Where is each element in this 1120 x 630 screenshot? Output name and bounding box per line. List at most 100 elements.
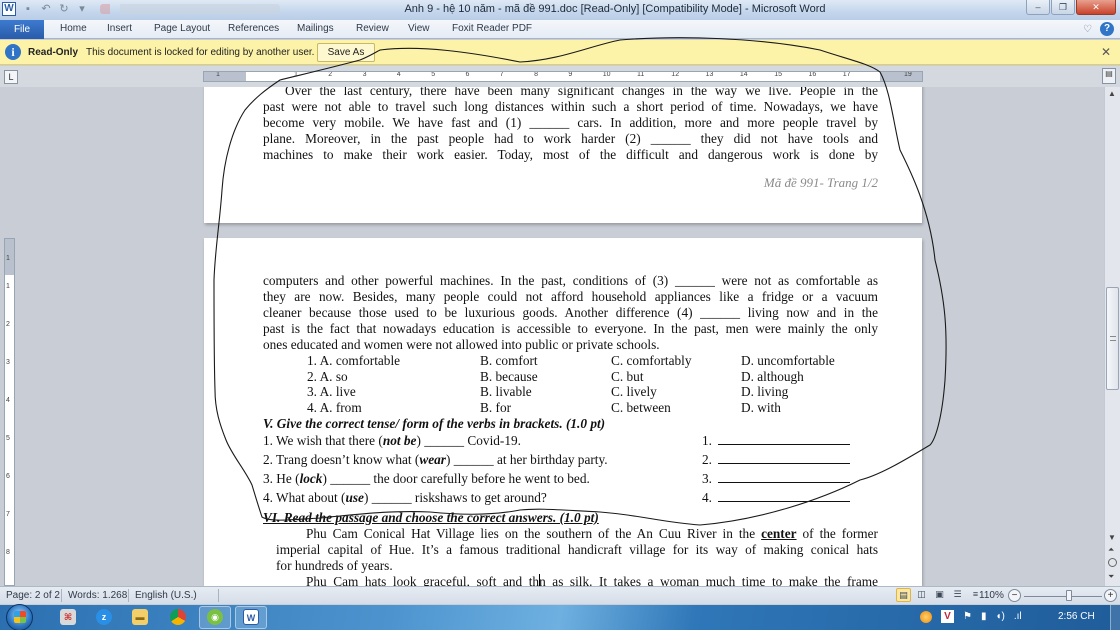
language-indicator[interactable]: English (U.S.) <box>135 590 197 601</box>
close-message-bar-icon[interactable]: ✕ <box>1101 45 1111 59</box>
info-icon: i <box>5 44 21 60</box>
section-5-heading: V. Give the correct tense/ form of the v… <box>263 416 606 431</box>
passage-page2: computers and other powerful machines. I… <box>263 273 878 353</box>
unikey-icon[interactable]: ◉ <box>207 609 223 625</box>
teamviewer-icon[interactable]: ⌘ <box>60 609 76 625</box>
verb-item-text: 1. We wish that there ( <box>263 433 383 448</box>
taskbar-clock[interactable]: 2:56 CH <box>1058 611 1095 622</box>
section-6-heading: VI. Read the passage and choose the corr… <box>263 510 599 525</box>
tab-review[interactable]: Review <box>356 23 389 34</box>
option-d: D. uncomfortable <box>741 353 835 368</box>
full-screen-reading-icon[interactable]: ◫ <box>914 588 929 602</box>
previous-page-icon[interactable]: ⏶ <box>1108 545 1114 555</box>
answer-blank <box>717 490 850 502</box>
zoom-level[interactable]: 110% <box>979 590 1004 601</box>
tab-mailings[interactable]: Mailings <box>297 23 334 34</box>
option-b: B. comfort <box>480 353 538 368</box>
verb-item: 1. We wish that there (not be) ______ Co… <box>263 433 883 452</box>
option-c: C. but <box>611 368 644 384</box>
ruler-tick-label: 7 <box>499 71 504 78</box>
select-browse-object-icon[interactable] <box>1108 558 1117 567</box>
option-d: D. although <box>741 368 804 384</box>
answer-number: 2. <box>702 452 712 467</box>
tab-home[interactable]: Home <box>60 23 87 34</box>
chrome-icon[interactable] <box>170 609 186 625</box>
tray-v-icon[interactable]: V <box>941 610 954 623</box>
verb-item-text: ) ______ at her birthday party. <box>445 452 608 467</box>
view-ruler-icon[interactable]: ▤ <box>1102 68 1116 84</box>
print-layout-icon[interactable]: ▤ <box>896 588 911 602</box>
word-count[interactable]: Words: 1.268 <box>68 590 127 601</box>
verb-item-text: 4. What about ( <box>263 490 346 505</box>
option-c: C. between <box>611 400 671 416</box>
verb-item-text: ) ______ riskshaws to get around? <box>363 490 547 505</box>
zoom-slider[interactable] <box>1024 596 1102 597</box>
divider <box>218 589 219 602</box>
option-b: B. for <box>480 400 512 416</box>
start-button[interactable] <box>6 604 33 630</box>
scroll-down-icon[interactable]: ▼ <box>1108 533 1116 542</box>
vertical-ruler[interactable]: 1123456789 <box>4 238 15 586</box>
tray-app-icon[interactable] <box>920 610 932 623</box>
scrollbar-thumb[interactable] <box>1106 287 1119 390</box>
tab-file[interactable]: File <box>0 20 44 39</box>
text-line: past were not able to travel such long d… <box>263 98 878 114</box>
save-as-button[interactable]: Save As <box>317 43 375 62</box>
verb-item: 2. Trang doesn’t know what (wear) ______… <box>263 452 883 471</box>
option-a: 3. A. live <box>307 384 356 400</box>
minimize-ribbon-icon[interactable]: ♡ <box>1083 24 1092 35</box>
zalo-icon[interactable]: z <box>96 609 112 625</box>
next-page-icon[interactable]: ⏷ <box>1108 572 1114 582</box>
option-row: 1. A. comfortable B. comfort C. comforta… <box>307 353 867 369</box>
text-line: past is the fact that nowadays education… <box>263 320 878 336</box>
tab-selector-button[interactable]: L <box>4 70 18 84</box>
close-button[interactable]: ✕ <box>1076 0 1116 15</box>
divider <box>61 589 62 602</box>
tab-view[interactable]: View <box>408 23 430 34</box>
text-span: n as silk. It takes a woman much time to… <box>539 573 879 586</box>
text-line: Phu Cam hats look graceful, soft and thn… <box>276 573 879 586</box>
ruler-tick-label: 9 <box>568 71 573 78</box>
vertical-ruler-tick-label: 1 <box>6 255 10 262</box>
tab-foxit-reader-pdf[interactable]: Foxit Reader PDF <box>452 23 532 34</box>
tab-insert[interactable]: Insert <box>107 23 132 34</box>
power-icon[interactable]: ▮ <box>981 611 987 622</box>
page-count[interactable]: Page: 2 of 2 <box>6 590 60 601</box>
vertical-ruler-tick-label: 8 <box>6 549 10 556</box>
word-taskbar-icon[interactable]: W <box>243 609 259 625</box>
help-icon[interactable]: ? <box>1100 22 1114 36</box>
network-signal-icon[interactable]: .ıl <box>1014 611 1022 622</box>
vertical-ruler-tick-label: 7 <box>6 511 10 518</box>
action-center-flag-icon[interactable]: ⚑ <box>963 611 972 622</box>
scroll-up-icon[interactable]: ▲ <box>1108 89 1116 98</box>
tab-page-layout[interactable]: Page Layout <box>154 23 210 34</box>
show-desktop-button[interactable] <box>1110 605 1120 630</box>
restore-button[interactable]: ❐ <box>1051 0 1075 15</box>
option-d: D. living <box>741 384 789 400</box>
ruler-tick-label: 3 <box>362 71 367 78</box>
ruler-tick-label: 8 <box>534 71 538 78</box>
ruler-numbers: 1 1 2 3 4 5 6 7 8 9 10 11 12 13 14 15 16 17 19 <box>204 71 922 80</box>
minimize-button[interactable]: – <box>1026 0 1050 15</box>
ruler-tick-label: 1 <box>216 71 220 78</box>
ruler-tick-label: 11 <box>637 71 645 78</box>
file-explorer-icon[interactable]: ▬ <box>132 609 148 625</box>
vertical-ruler-tick-label: 4 <box>6 397 10 404</box>
horizontal-ruler[interactable]: 1 1 2 3 4 5 6 7 8 9 10 11 12 13 14 15 16 17 19 <box>203 71 923 82</box>
answer-number: 4. <box>702 490 712 505</box>
ruler-tick-label: 19 <box>904 71 912 78</box>
vertical-scrollbar[interactable]: ▲ ▼ ⏶ ⏷ <box>1104 87 1120 586</box>
document-area[interactable]: IV. Read the passage and choose the best… <box>20 87 1104 586</box>
tab-references[interactable]: References <box>228 23 279 34</box>
outline-icon[interactable]: ☰ <box>950 588 965 602</box>
web-layout-icon[interactable]: ▣ <box>932 588 947 602</box>
zoom-slider-thumb[interactable] <box>1066 590 1072 601</box>
status-bar: Page: 2 of 2 Words: 1.268 English (U.S.)… <box>0 586 1120 604</box>
answer-number: 3. <box>702 471 712 486</box>
zoom-in-icon[interactable]: + <box>1104 589 1117 602</box>
zoom-out-icon[interactable]: − <box>1008 589 1021 602</box>
option-a: 2. A. so <box>307 368 348 384</box>
page-footer: Mã đề 991- Trang 1/2 <box>763 175 878 190</box>
ruler-tick-label: 1 <box>294 71 298 78</box>
volume-icon[interactable]: ◖) <box>995 611 1004 622</box>
